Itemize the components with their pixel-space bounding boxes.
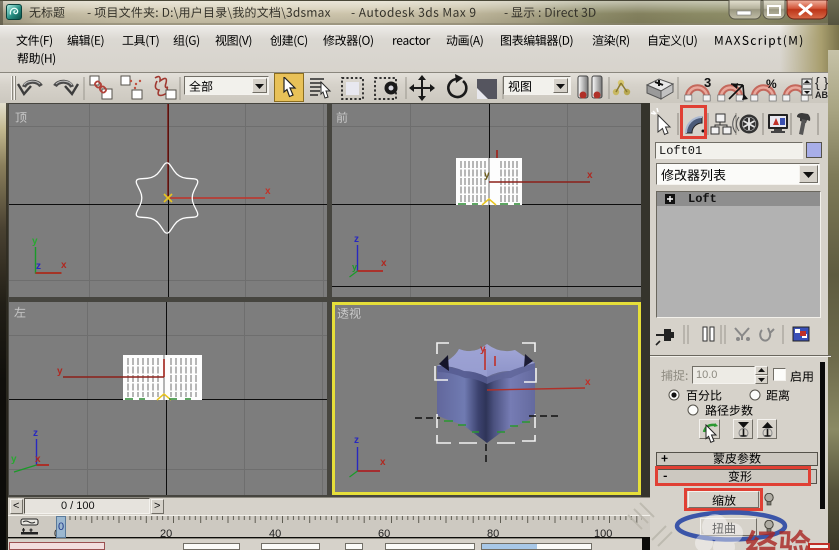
svg-text:y: y [484, 170, 490, 181]
svg-text:x: x [35, 454, 41, 465]
svg-text:y: y [352, 262, 357, 272]
svg-text:x: x [587, 170, 593, 181]
svg-text:z: z [354, 234, 359, 245]
svg-text:y: y [57, 366, 63, 377]
svg-text:z: z [33, 428, 38, 439]
svg-text:y: y [11, 454, 17, 465]
svg-text:z: z [36, 261, 41, 272]
svg-text:%: % [766, 77, 777, 91]
svg-text:y: y [32, 236, 38, 247]
svg-text:x: x [61, 260, 67, 271]
svg-text:x: x [265, 186, 271, 197]
svg-text:3: 3 [704, 75, 711, 90]
svg-text:x: x [381, 258, 387, 269]
